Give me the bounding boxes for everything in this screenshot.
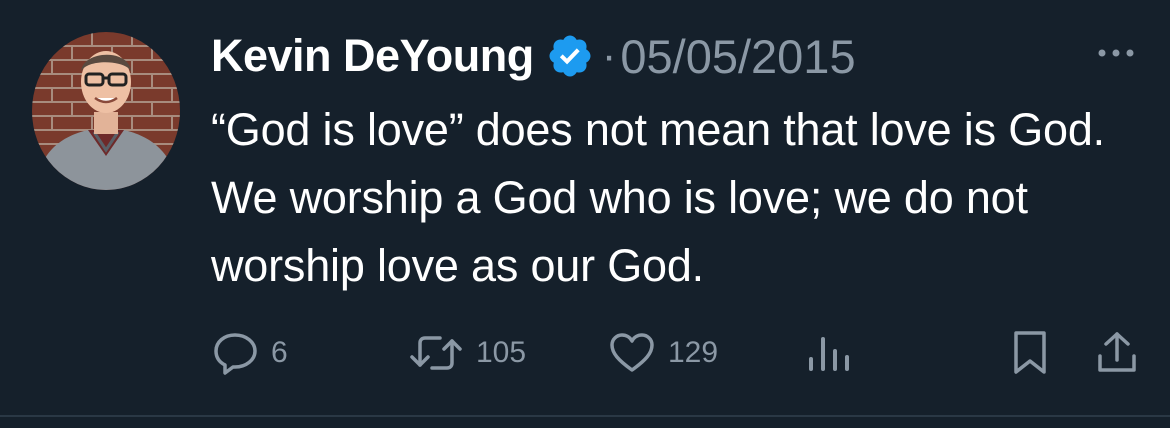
bookmark-icon xyxy=(1011,330,1049,376)
avatar[interactable] xyxy=(32,32,180,190)
retweet-icon xyxy=(408,333,464,373)
reply-icon xyxy=(213,331,259,375)
author-name[interactable]: Kevin DeYoung xyxy=(211,30,534,82)
tweet-text: “God is love” does not mean that love is… xyxy=(211,104,1105,291)
retweet-button[interactable]: 105 xyxy=(408,328,526,378)
share-icon xyxy=(1095,330,1139,376)
heart-icon xyxy=(608,332,656,374)
share-button[interactable] xyxy=(1095,328,1139,378)
verified-badge-icon[interactable] xyxy=(546,32,594,80)
like-count: 129 xyxy=(668,336,719,369)
tweet-date[interactable]: 05/05/2015 xyxy=(620,29,855,84)
retweet-count: 105 xyxy=(476,336,527,369)
tweet-card[interactable]: Kevin DeYoung · 05/05/2015 “God is love”… xyxy=(0,0,1170,415)
reply-count: 6 xyxy=(271,336,288,369)
tweet-header: Kevin DeYoung · 05/05/2015 xyxy=(211,26,856,86)
bookmark-button[interactable] xyxy=(1011,328,1049,378)
like-button[interactable]: 129 xyxy=(608,328,718,378)
divider xyxy=(0,415,1170,417)
more-options-icon[interactable] xyxy=(1092,38,1140,68)
views-chart-icon xyxy=(806,333,852,373)
reply-button[interactable]: 6 xyxy=(213,328,288,378)
tweet-actions: 6 105 129 xyxy=(0,328,1170,378)
views-button[interactable] xyxy=(806,328,852,378)
separator-dot: · xyxy=(601,31,617,80)
